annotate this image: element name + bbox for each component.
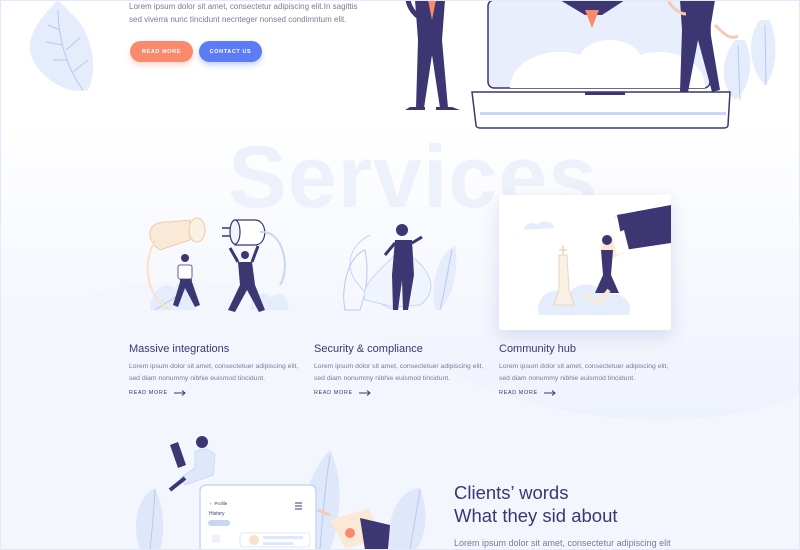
service-text-community-line2: sed diam nonummy nibhie euismod tincidun… bbox=[499, 375, 636, 382]
integrations-illustration bbox=[146, 217, 289, 312]
security-illustration bbox=[343, 224, 457, 311]
hero-text-line1: Lorem ipsum dolor sit amet, consectetur … bbox=[129, 2, 358, 11]
service-text-integrations-line2: sed diam nonummy nibhie euismod tincidun… bbox=[129, 375, 266, 382]
contact-us-button[interactable]: CONTACT US bbox=[199, 41, 262, 62]
hero-text-line2: sed viverra nunc tincidunt necnteger non… bbox=[129, 15, 347, 24]
service-title-integrations: Massive integrations bbox=[129, 343, 230, 355]
phone-history-label: History bbox=[209, 511, 225, 517]
chess-illustration bbox=[524, 205, 671, 315]
service-text-security-line2: sed diam nonummy nibhie euismod tincidun… bbox=[314, 375, 451, 382]
arrow-right-icon bbox=[173, 390, 186, 396]
phone-back-link[interactable]: ‹ Profile bbox=[210, 501, 227, 506]
service-link-security[interactable]: READ MORE bbox=[314, 390, 371, 396]
service-text-community-line1: Lorem ipsum dolor sit amet, consectetuer… bbox=[499, 363, 669, 370]
phone-back-label: Profile bbox=[214, 501, 228, 506]
arrow-right-icon bbox=[358, 390, 371, 396]
read-more-label: READ MORE bbox=[314, 390, 353, 396]
hero-illustration bbox=[405, 0, 776, 129]
community-hub-card bbox=[499, 195, 671, 330]
clients-title-line1: Clients’ words bbox=[454, 482, 569, 503]
service-text-integrations-line1: Lorem ipsum dolor sit amet, consectetuer… bbox=[129, 363, 299, 370]
read-more-label: READ MORE bbox=[499, 390, 538, 396]
clients-text: Lorem ipsum dolor sit amet, consectetur … bbox=[454, 538, 671, 548]
service-text-security-line1: Lorem ipsum dolor sit amet, consectetuer… bbox=[314, 363, 484, 370]
arrow-right-icon bbox=[543, 390, 556, 396]
service-link-integrations[interactable]: READ MORE bbox=[129, 390, 186, 396]
service-title-community: Community hub bbox=[499, 343, 577, 355]
read-more-label: READ MORE bbox=[129, 390, 168, 396]
clients-illustration bbox=[135, 436, 426, 550]
back-arrow-icon: ‹ bbox=[210, 501, 212, 506]
clients-title-line2: What they sid about bbox=[454, 505, 618, 526]
service-link-community[interactable]: READ MORE bbox=[499, 390, 556, 396]
service-title-security: Security & compliance bbox=[314, 343, 423, 355]
leaf-decoration bbox=[29, 0, 94, 91]
read-more-button[interactable]: READ MORE bbox=[130, 41, 193, 62]
